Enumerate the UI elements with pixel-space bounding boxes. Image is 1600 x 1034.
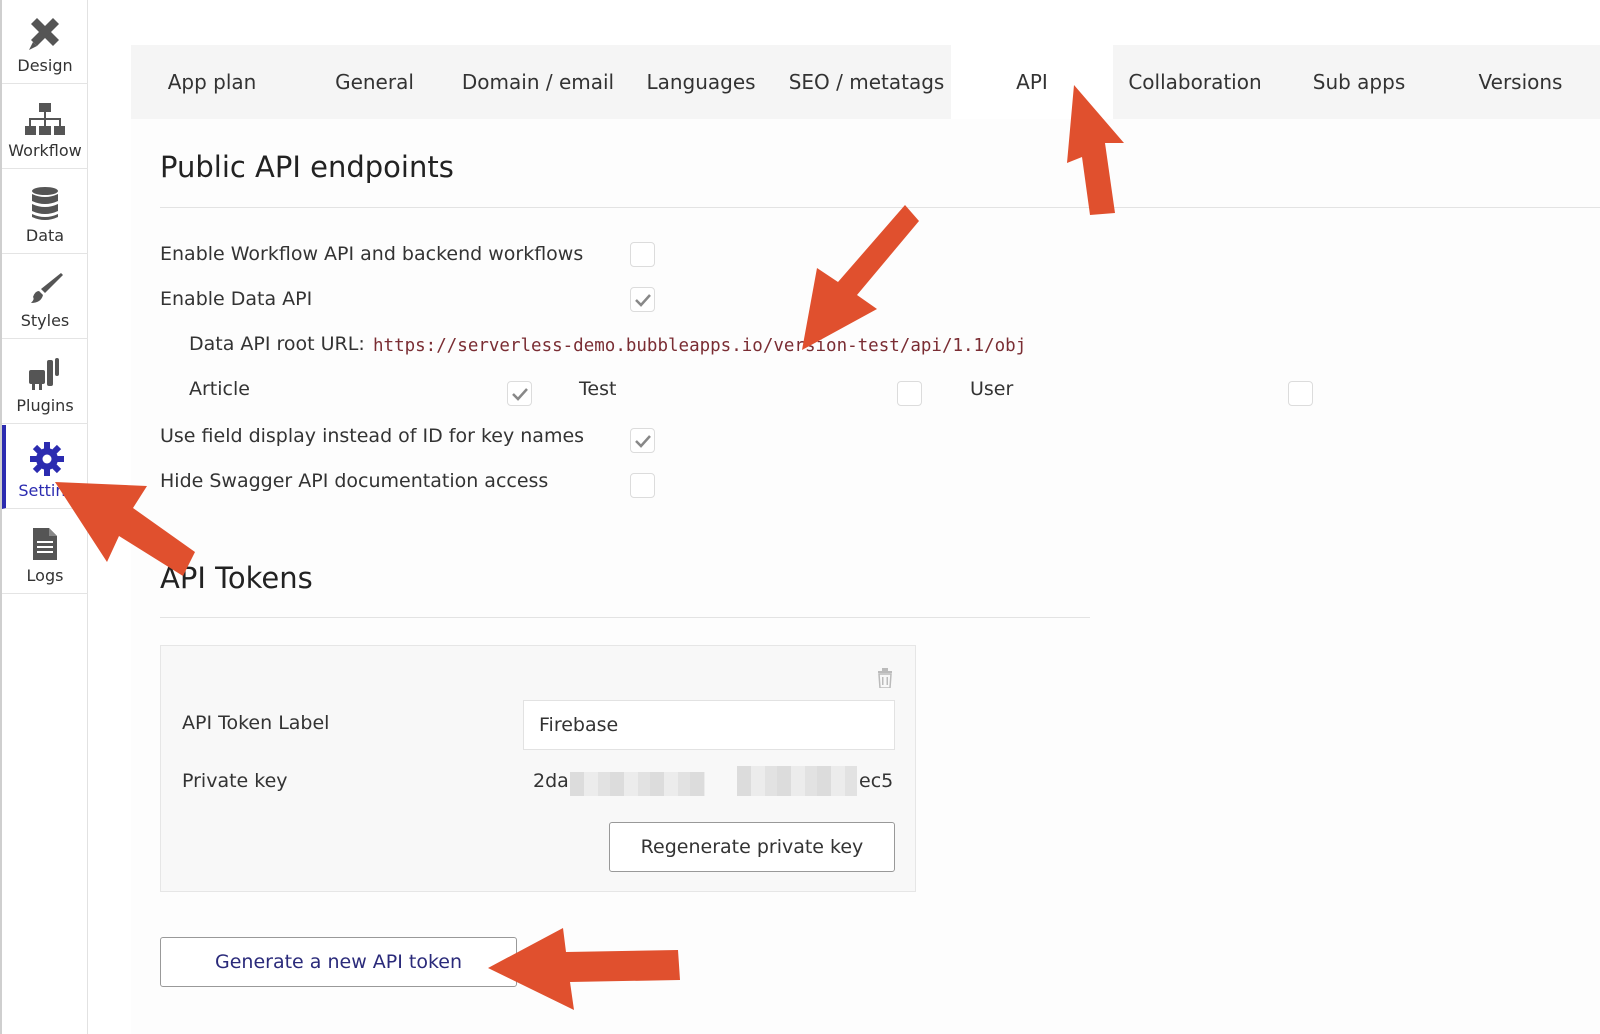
enable-workflow-label: Enable Workflow API and backend workflow… xyxy=(160,243,584,265)
section-divider xyxy=(160,207,1600,208)
document-icon xyxy=(33,528,57,560)
check-icon xyxy=(635,435,651,448)
regenerate-private-key-button[interactable]: Regenerate private key xyxy=(609,822,895,872)
check-icon xyxy=(635,294,651,307)
sidebar-item-settings[interactable]: Setting xyxy=(2,425,88,509)
hide-swagger-label: Hide Swagger API documentation access xyxy=(160,470,549,492)
plug-icon xyxy=(29,358,59,390)
gear-icon xyxy=(30,442,64,476)
private-key-start: 2da xyxy=(533,770,569,792)
private-key-end: ec5 xyxy=(859,770,894,792)
tab-collaboration[interactable]: Collaboration xyxy=(1113,45,1277,119)
sidebar-item-label: Logs xyxy=(26,566,64,585)
public-api-title: Public API endpoints xyxy=(160,150,454,184)
tab-sub-apps[interactable]: Sub apps xyxy=(1277,45,1441,119)
workflow-icon xyxy=(25,103,65,135)
private-key-redacted xyxy=(570,772,705,796)
tab-versions[interactable]: Versions xyxy=(1441,45,1600,119)
database-icon xyxy=(32,187,58,220)
sidebar-item-data[interactable]: Data xyxy=(2,170,88,254)
tab-general[interactable]: General xyxy=(293,45,456,119)
field-display-checkbox[interactable] xyxy=(630,428,655,453)
data-api-root-url[interactable]: https://serverless-demo.bubbleapps.io/ve… xyxy=(373,336,1026,356)
tab-seo-metatags[interactable]: SEO / metatags xyxy=(782,45,951,119)
hide-swagger-checkbox[interactable] xyxy=(630,473,655,498)
settings-tabbar: App plan General Domain / email Language… xyxy=(131,45,1600,119)
tab-languages[interactable]: Languages xyxy=(620,45,782,119)
enable-data-api-label: Enable Data API xyxy=(160,288,313,310)
sidebar-item-label: Setting xyxy=(18,481,76,500)
generate-api-token-button[interactable]: Generate a new API token xyxy=(160,937,517,987)
private-key-label: Private key xyxy=(182,770,288,792)
sidebar-item-label: Styles xyxy=(20,311,70,330)
sidebar: Design Workflow Data Styles Plugins Sett… xyxy=(0,0,88,1034)
sidebar-item-label: Data xyxy=(25,226,65,245)
type-article-checkbox[interactable] xyxy=(507,381,532,406)
type-test-checkbox[interactable] xyxy=(897,381,922,406)
tab-api[interactable]: API xyxy=(951,45,1113,119)
enable-data-api-checkbox[interactable] xyxy=(630,287,655,312)
trash-icon[interactable] xyxy=(877,668,893,688)
tab-domain-email[interactable]: Domain / email xyxy=(456,45,620,119)
section-divider xyxy=(160,617,1090,618)
sidebar-item-label: Plugins xyxy=(16,396,74,415)
data-api-root-url-label: Data API root URL: xyxy=(189,333,365,355)
field-display-label: Use field display instead of ID for key … xyxy=(160,425,585,447)
api-token-label-input[interactable] xyxy=(523,700,895,750)
sidebar-item-label: Workflow xyxy=(8,141,82,160)
sidebar-item-workflow[interactable]: Workflow xyxy=(2,85,88,169)
enable-workflow-checkbox[interactable] xyxy=(630,242,655,267)
api-tokens-title: API Tokens xyxy=(160,561,313,595)
type-user-checkbox[interactable] xyxy=(1288,381,1313,406)
sidebar-item-label: Design xyxy=(17,56,73,75)
tab-app-plan[interactable]: App plan xyxy=(131,45,293,119)
sidebar-item-logs[interactable]: Logs xyxy=(2,510,88,594)
private-key-redacted xyxy=(737,766,857,796)
design-icon xyxy=(29,18,59,50)
check-icon xyxy=(512,388,528,401)
type-article-label: Article xyxy=(189,378,250,400)
type-test-label: Test xyxy=(579,378,617,400)
sidebar-item-plugins[interactable]: Plugins xyxy=(2,340,88,424)
sidebar-item-design[interactable]: Design xyxy=(2,0,88,84)
api-token-card: API Token Label Private key 2da ec5 Rege… xyxy=(160,645,916,892)
api-token-label-label: API Token Label xyxy=(182,712,330,734)
brush-icon xyxy=(31,273,63,303)
type-user-label: User xyxy=(970,378,1014,400)
sidebar-item-styles[interactable]: Styles xyxy=(2,255,88,339)
